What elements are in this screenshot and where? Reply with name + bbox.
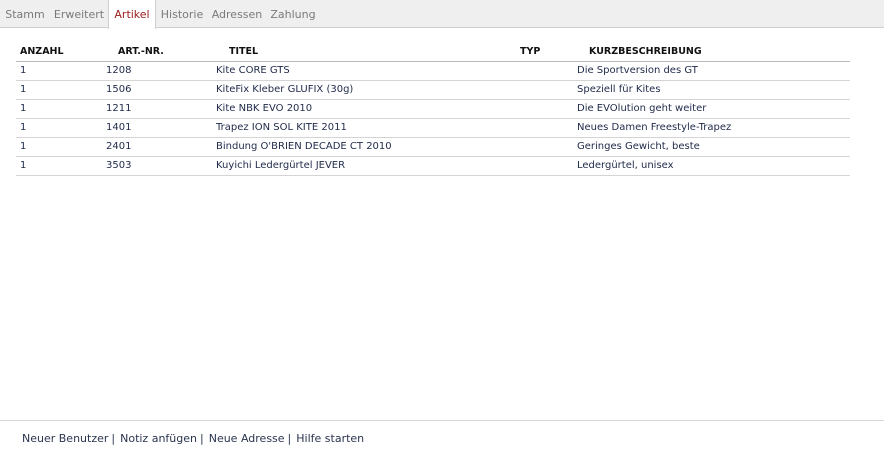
cell-art-nr: 1401 bbox=[106, 122, 132, 133]
table-row[interactable]: 1 1208 Kite CORE GTS Die Sportversion de… bbox=[16, 62, 850, 81]
cell-anzahl: 1 bbox=[20, 65, 27, 76]
cell-art-nr: 1506 bbox=[106, 84, 132, 95]
cell-kurzbeschreibung: Ledergürtel, unisex bbox=[577, 160, 674, 171]
cell-anzahl: 1 bbox=[20, 103, 27, 114]
tab-erweitert[interactable]: Erweitert bbox=[50, 0, 108, 28]
tab-zahlung[interactable]: Zahlung bbox=[266, 0, 320, 28]
cell-art-nr: 1211 bbox=[106, 103, 132, 114]
cell-kurzbeschreibung: Die EVOlution geht weiter bbox=[577, 103, 707, 114]
cell-titel: Bindung O'BRIEN DECADE CT 2010 bbox=[216, 141, 392, 152]
table-row[interactable]: 1 3503 Kuyichi Ledergürtel JEVER Ledergü… bbox=[16, 157, 850, 176]
table-row[interactable]: 1 1401 Trapez ION SOL KITE 2011 Neues Da… bbox=[16, 119, 850, 138]
new-user-link[interactable]: Neuer Benutzer bbox=[22, 432, 108, 445]
cell-anzahl: 1 bbox=[20, 84, 27, 95]
cell-kurzbeschreibung: Speziell für Kites bbox=[577, 84, 661, 95]
start-help-link[interactable]: Hilfe starten bbox=[296, 432, 364, 445]
separator: | bbox=[287, 432, 292, 445]
cell-titel: Kuyichi Ledergürtel JEVER bbox=[216, 160, 346, 171]
cell-titel: Kite CORE GTS bbox=[216, 65, 290, 76]
cell-titel: Trapez ION SOL KITE 2011 bbox=[216, 122, 347, 133]
separator: | bbox=[200, 432, 204, 445]
footer-actions: Neuer Benutzer | Notiz anfügen | Neue Adress… bbox=[22, 432, 364, 445]
cell-anzahl: 1 bbox=[20, 122, 27, 133]
articles-table: ANZAHL ART.-NR. TITEL TYP KURZBESCHREIBU… bbox=[16, 43, 850, 176]
header-titel: TITEL bbox=[229, 46, 259, 57]
footer-bar: Neuer Benutzer | Notiz anfügen | Neue Adress… bbox=[0, 420, 884, 454]
tab-adressen[interactable]: Adressen bbox=[208, 0, 266, 28]
cell-kurzbeschreibung: Geringes Gewicht, beste bbox=[577, 141, 700, 152]
header-art-nr: ART.-NR. bbox=[118, 46, 164, 57]
header-kurzbeschreibung: KURZBESCHREIBUNG bbox=[589, 46, 702, 57]
header-anzahl: ANZAHL bbox=[20, 46, 64, 57]
header-typ: TYP bbox=[520, 46, 541, 57]
table-row[interactable]: 1 1211 Kite NBK EVO 2010 Die EVOlution g… bbox=[16, 100, 850, 119]
cell-kurzbeschreibung: Neues Damen Freestyle-Trapez bbox=[577, 122, 732, 133]
cell-titel: KiteFix Kleber GLUFIX (30g) bbox=[216, 84, 354, 95]
table-header: ANZAHL ART.-NR. TITEL TYP KURZBESCHREIBU… bbox=[16, 43, 850, 62]
cell-anzahl: 1 bbox=[20, 160, 27, 171]
tab-historie[interactable]: Historie bbox=[156, 0, 208, 28]
new-address-link[interactable]: Neue Adresse bbox=[209, 432, 285, 445]
cell-art-nr: 1208 bbox=[106, 65, 132, 76]
cell-kurzbeschreibung: Die Sportversion des GT bbox=[577, 65, 698, 76]
cell-anzahl: 1 bbox=[20, 141, 27, 152]
cell-titel: Kite NBK EVO 2010 bbox=[216, 103, 313, 114]
table-row[interactable]: 1 2401 Bindung O'BRIEN DECADE CT 2010 Ge… bbox=[16, 138, 850, 157]
add-note-link[interactable]: Notiz anfügen bbox=[120, 432, 197, 445]
tab-stamm[interactable]: Stamm bbox=[0, 0, 50, 28]
table-row[interactable]: 1 1506 KiteFix Kleber GLUFIX (30g) Spezi… bbox=[16, 81, 850, 100]
tab-artikel[interactable]: Artikel bbox=[108, 0, 156, 29]
cell-art-nr: 2401 bbox=[106, 141, 132, 152]
cell-art-nr: 3503 bbox=[106, 160, 132, 171]
separator: | bbox=[111, 432, 116, 445]
tab-bar: Stamm Erweitert Artikel Historie Adresse… bbox=[0, 0, 884, 29]
